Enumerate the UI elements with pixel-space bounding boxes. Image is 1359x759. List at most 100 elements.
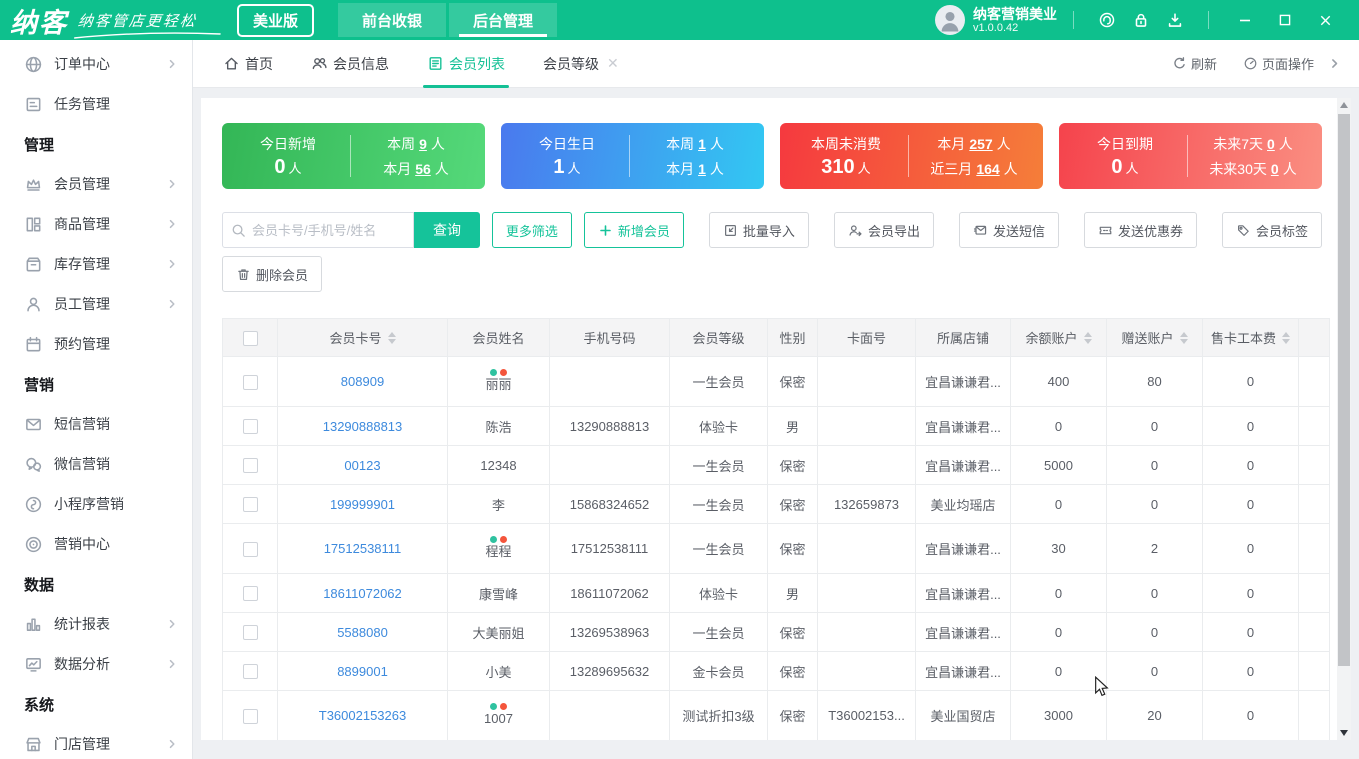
member-card-link[interactable]: 199999901	[330, 497, 395, 512]
sidebar-item-5[interactable]: 库存管理	[0, 244, 192, 284]
sidebar-item-15[interactable]: 数据分析	[0, 644, 192, 684]
scroll-up-button[interactable]	[1337, 98, 1351, 112]
status-dot-red	[500, 703, 507, 711]
table-row-8: T36002153263 1007 测试折扣3级 保密 T36002153... 美业国贸…	[222, 690, 1330, 740]
avatar[interactable]	[935, 5, 965, 35]
member-card-link[interactable]: 18611072062	[323, 586, 402, 601]
row-checkbox[interactable]	[242, 586, 258, 602]
download-icon[interactable]	[1158, 3, 1192, 37]
cell-gift: 80	[1106, 356, 1203, 407]
member-card-link[interactable]: 5588080	[337, 625, 388, 640]
column-header-9[interactable]: 售卡工本费	[1202, 318, 1299, 357]
stat-sub-value[interactable]: 0	[1267, 136, 1275, 152]
sidebar-item-12[interactable]: 营销中心	[0, 524, 192, 564]
close-button[interactable]	[1305, 0, 1345, 40]
sidebar-item-1[interactable]: 任务管理	[0, 84, 192, 124]
stat-sub-value[interactable]: 257	[969, 136, 992, 152]
tab-3[interactable]: 会员等级 ✕	[543, 40, 619, 88]
sidebar-item-3[interactable]: 会员管理	[0, 164, 192, 204]
support-icon[interactable]	[1090, 3, 1124, 37]
chevron-right-icon[interactable]	[1328, 57, 1341, 70]
toolbar-button-1[interactable]: 新增会员	[583, 212, 684, 248]
wechat-icon	[24, 455, 43, 474]
maximize-button[interactable]	[1265, 0, 1305, 40]
scrollbar-thumb[interactable]	[1338, 114, 1350, 666]
toolbar-button-6[interactable]: 会员标签	[1221, 212, 1322, 248]
refresh-button[interactable]: 刷新	[1172, 54, 1217, 73]
member-card-link[interactable]: 808909	[341, 374, 384, 389]
sidebar-item-9[interactable]: 短信营销	[0, 404, 192, 444]
globe-icon	[24, 55, 43, 74]
task-icon	[24, 95, 43, 114]
header-tab-1[interactable]: 后台管理	[449, 3, 558, 37]
search-button[interactable]: 查询	[414, 212, 480, 248]
cell-fee: 0	[1202, 356, 1299, 407]
sort-icon[interactable]	[387, 331, 396, 344]
tab-1[interactable]: 会员信息	[311, 40, 389, 88]
minimize-button[interactable]	[1225, 0, 1265, 40]
row-checkbox[interactable]	[242, 374, 258, 390]
stat-sub-value[interactable]: 1	[698, 136, 706, 152]
row-checkbox[interactable]	[242, 541, 258, 557]
header-tab-0[interactable]: 前台收银	[338, 3, 447, 37]
member-card-link[interactable]: 00123	[344, 458, 380, 473]
r2-button-0[interactable]: 删除会员	[222, 256, 323, 292]
cell-balance: 0	[1010, 484, 1107, 524]
column-header-7[interactable]: 余额账户	[1010, 318, 1107, 357]
sidebar-item-6[interactable]: 员工管理	[0, 284, 192, 324]
toolbar-button-3[interactable]: 会员导出	[833, 212, 934, 248]
stat-sub-value[interactable]: 164	[976, 161, 999, 177]
cell-store: 美业国贸店	[915, 690, 1011, 740]
sidebar-item-4[interactable]: 商品管理	[0, 204, 192, 244]
member-card-link[interactable]: 8899001	[337, 664, 388, 679]
column-header-6: 所属店铺	[915, 318, 1011, 357]
member-card-link[interactable]: 13290888813	[323, 419, 403, 434]
sort-icon[interactable]	[1282, 331, 1290, 344]
sidebar-item-0[interactable]: 订单中心	[0, 44, 192, 84]
tab-2[interactable]: 会员列表	[423, 40, 509, 88]
select-all-checkbox[interactable]	[242, 330, 258, 346]
toolbar-button-5[interactable]: 发送优惠券	[1083, 212, 1197, 248]
sidebar-item-17[interactable]: 门店管理	[0, 724, 192, 759]
member-card-link[interactable]: 17512538111	[324, 541, 402, 556]
stat-sub-value[interactable]: 0	[1271, 161, 1279, 177]
sidebar-item-7[interactable]: 预约管理	[0, 324, 192, 364]
sort-icon[interactable]	[1083, 331, 1092, 344]
search-input[interactable]	[252, 222, 406, 238]
chevron-right-icon	[166, 658, 178, 670]
row-checkbox[interactable]	[242, 708, 258, 724]
lock-icon[interactable]	[1124, 3, 1158, 37]
stat-sub-value[interactable]: 1	[698, 161, 706, 177]
toolbar-button-0[interactable]: 更多筛选	[491, 212, 572, 248]
toolbar-button-2[interactable]: 批量导入	[708, 212, 809, 248]
table-row-5: 18611072062 康雪峰 18611072062 体验卡男宜昌谦谦君... 0 0 0	[222, 573, 1330, 613]
cell-name: 12348	[447, 445, 550, 485]
sidebar-item-14[interactable]: 统计报表	[0, 604, 192, 644]
cell-name: 大美丽姐	[447, 612, 550, 652]
scroll-down-button[interactable]	[1337, 726, 1351, 740]
stat-title: 今日生日	[539, 135, 595, 152]
row-checkbox[interactable]	[242, 625, 258, 641]
status-dot-green	[490, 369, 497, 377]
tab-0[interactable]: 首页	[223, 40, 273, 88]
row-checkbox[interactable]	[242, 497, 258, 513]
member-card-link[interactable]: T36002153263	[319, 708, 406, 723]
sidebar-item-10[interactable]: 微信营销	[0, 444, 192, 484]
sidebar-item-11[interactable]: 小程序营销	[0, 484, 192, 524]
sort-icon[interactable]	[1179, 331, 1188, 344]
stat-sub-value[interactable]: 56	[415, 161, 431, 177]
app-window: 纳客 纳客管店更轻松 美业版 前台收银 后台管理 纳客营销美业 v1.0.0.42	[0, 0, 1359, 759]
search-box	[222, 212, 415, 248]
column-header-8[interactable]: 赠送账户	[1106, 318, 1203, 357]
row-checkbox[interactable]	[242, 664, 258, 680]
cell-gender: 保密	[767, 651, 818, 691]
row-checkbox[interactable]	[242, 419, 258, 435]
toolbar-button-4[interactable]: 发送短信	[958, 212, 1059, 248]
refresh-icon	[1174, 57, 1185, 69]
row-checkbox[interactable]	[242, 458, 258, 474]
stat-sub-value[interactable]: 9	[419, 136, 427, 152]
column-header-0[interactable]: 会员卡号	[277, 318, 448, 357]
page-ops-button[interactable]: 页面操作	[1243, 54, 1314, 73]
cell-phone: 18611072062	[549, 573, 670, 613]
close-tab-icon[interactable]: ✕	[607, 55, 619, 72]
